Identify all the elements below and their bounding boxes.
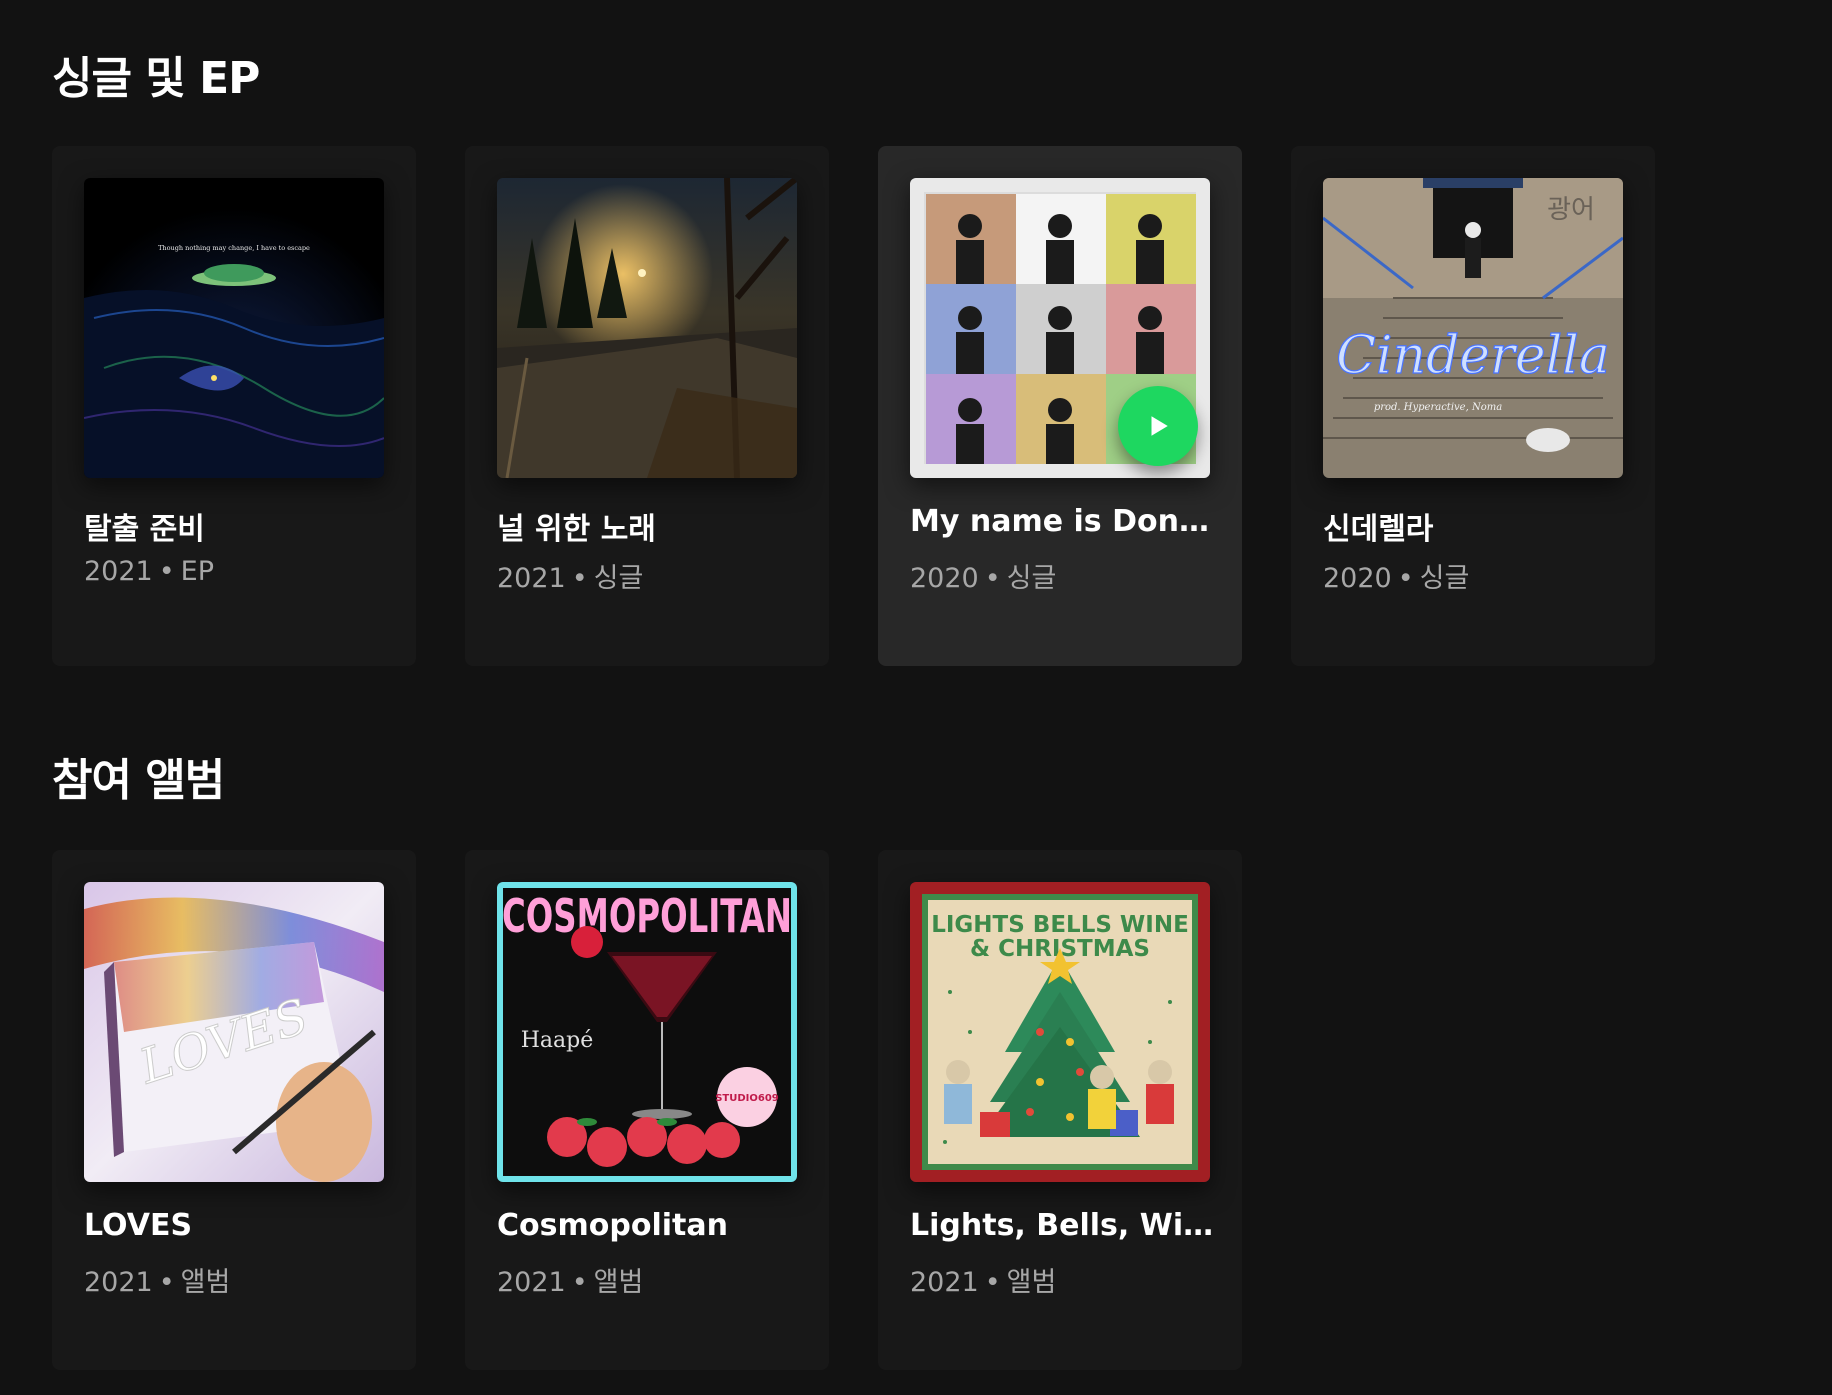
album-card-loves[interactable]: LOVES LOVES 2021 • 앨범 xyxy=(52,850,416,1370)
cover-credits: prod. Hyperactive, Noma xyxy=(1374,402,1502,413)
album-year: 2021 xyxy=(84,556,153,587)
album-cover: Cinderella prod. Hyperactive, Noma 광어 xyxy=(1323,178,1623,478)
meta-separator: • xyxy=(1397,563,1414,594)
album-title[interactable]: Cosmopolitan xyxy=(497,1208,807,1243)
album-year: 2021 xyxy=(910,1267,979,1298)
album-cover xyxy=(910,178,1210,478)
play-icon xyxy=(1151,416,1168,436)
cover-caption: Though nothing may change, I have to esc… xyxy=(158,244,310,252)
album-title[interactable]: 신데렐라 xyxy=(1323,504,1633,548)
album-type: EP xyxy=(180,556,214,587)
album-cover: Though nothing may change, I have to esc… xyxy=(84,178,384,478)
album-type: 앨범 xyxy=(593,1267,644,1298)
album-meta: 2021 • 싱글 xyxy=(497,556,807,595)
meta-separator: • xyxy=(984,1267,1001,1298)
album-card-lights-bells-wine[interactable]: LIGHTS BELLS WINE & CHRISTMAS Lights, Be… xyxy=(878,850,1242,1370)
album-title[interactable]: LOVES xyxy=(84,1208,394,1243)
appears-on-section: 참여 앨범 LOVES LOVES 2021 • 앨범 COSMOPOLITAN… xyxy=(0,700,1832,1395)
album-title[interactable]: My name is Dong... xyxy=(910,504,1220,539)
section-title-singles[interactable]: 싱글 및 EP xyxy=(52,42,260,106)
album-meta: 2020 • 싱글 xyxy=(1323,556,1633,595)
album-year: 2021 xyxy=(84,1267,153,1298)
meta-separator: • xyxy=(158,556,175,587)
album-type: 싱글 xyxy=(1006,563,1057,594)
album-type: 앨범 xyxy=(1006,1267,1057,1298)
album-year: 2020 xyxy=(910,563,979,594)
album-meta: 2021 • 앨범 xyxy=(84,1260,394,1299)
section-title-appears-on[interactable]: 참여 앨범 xyxy=(52,744,225,808)
album-year: 2021 xyxy=(497,1267,566,1298)
cover-title: Cinderella xyxy=(1336,326,1610,386)
meta-separator: • xyxy=(158,1267,175,1298)
album-card-my-name-is-dong[interactable]: My name is Dong... 2020 • 싱글 xyxy=(878,146,1242,666)
meta-separator: • xyxy=(571,563,588,594)
album-cover: LOVES xyxy=(84,882,384,1182)
cover-badge: STUDIO609 xyxy=(715,1093,779,1104)
album-card-cinderella[interactable]: Cinderella prod. Hyperactive, Noma 광어 신데… xyxy=(1291,146,1655,666)
cover-signature: 광어 xyxy=(1547,195,1595,225)
album-meta: 2021 • 앨범 xyxy=(910,1260,1220,1299)
album-meta: 2021 • EP xyxy=(84,556,394,587)
album-title[interactable]: Lights, Bells, Wine... xyxy=(910,1208,1220,1243)
album-meta: 2021 • 앨범 xyxy=(497,1260,807,1299)
album-title[interactable]: 널 위한 노래 xyxy=(497,504,807,548)
album-cover: LIGHTS BELLS WINE & CHRISTMAS xyxy=(910,882,1210,1182)
album-type: 싱글 xyxy=(1419,563,1470,594)
album-card-cosmopolitan[interactable]: COSMOPOLITAN Haapé STUDIO609 Cosmopolita… xyxy=(465,850,829,1370)
album-cover xyxy=(497,178,797,478)
singles-eps-section: 싱글 및 EP Though nothing may change, I hav… xyxy=(0,0,1832,700)
album-type: 싱글 xyxy=(593,563,644,594)
album-title[interactable]: 탈출 준비 xyxy=(84,504,394,548)
album-card-song-for-you[interactable]: 널 위한 노래 2021 • 싱글 xyxy=(465,146,829,666)
album-cover: COSMOPOLITAN Haapé STUDIO609 xyxy=(497,882,797,1182)
cover-artist: Haapé xyxy=(521,1028,594,1053)
meta-separator: • xyxy=(571,1267,588,1298)
album-type: 앨범 xyxy=(180,1267,231,1298)
cover-title: COSMOPOLITAN xyxy=(502,889,792,943)
play-button[interactable] xyxy=(1118,386,1198,466)
album-meta: 2020 • 싱글 xyxy=(910,556,1220,595)
cover-title-line1: LIGHTS BELLS WINE xyxy=(931,912,1189,938)
meta-separator: • xyxy=(984,563,1001,594)
album-year: 2020 xyxy=(1323,563,1392,594)
album-year: 2021 xyxy=(497,563,566,594)
album-card-escape[interactable]: Though nothing may change, I have to esc… xyxy=(52,146,416,666)
